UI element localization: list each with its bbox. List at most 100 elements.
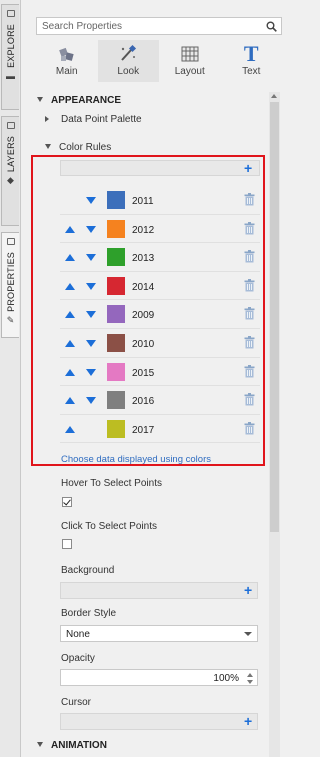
choose-data-link[interactable]: Choose data displayed using colors [61, 454, 211, 465]
move-down-icon[interactable] [86, 282, 96, 290]
trash-icon[interactable] [244, 193, 255, 206]
move-up-icon[interactable] [65, 254, 75, 262]
search-icon[interactable] [266, 21, 277, 32]
move-up-icon[interactable] [65, 339, 75, 347]
data-point-palette-label[interactable]: Data Point Palette [61, 114, 142, 125]
explore-icon: ▬ [6, 70, 15, 81]
color-rule-value: 2015 [132, 367, 155, 379]
divider [60, 442, 260, 444]
border-style-select[interactable]: None [60, 625, 258, 642]
look-icon [118, 43, 138, 65]
color-rule-value: 2013 [132, 253, 155, 265]
search-input[interactable] [37, 18, 257, 34]
color-rule-value: 2017 [132, 424, 155, 436]
move-up-icon[interactable] [65, 425, 75, 433]
color-swatch[interactable] [107, 276, 125, 295]
color-rule-value: 2016 [132, 396, 155, 408]
window-icon [6, 238, 15, 245]
trash-icon[interactable] [244, 250, 255, 263]
category-tabs: Main Look Layout T Text [36, 40, 282, 82]
color-swatch[interactable] [107, 191, 125, 209]
color-swatch[interactable] [107, 248, 125, 267]
text-icon: T [243, 41, 259, 66]
cursor-field[interactable] [60, 713, 258, 730]
trash-icon[interactable] [244, 221, 255, 235]
cursor-label: Cursor [61, 697, 92, 708]
border-style-label: Border Style [61, 608, 117, 619]
move-down-icon[interactable] [86, 339, 96, 347]
collapse-arrow-icon [37, 742, 43, 747]
tab-main[interactable]: Main [36, 40, 98, 82]
add-background-button[interactable]: + [244, 583, 252, 597]
background-field[interactable] [60, 582, 258, 599]
move-up-icon[interactable] [65, 368, 75, 376]
trash-icon[interactable] [244, 393, 255, 406]
opacity-label: Opacity [61, 653, 95, 664]
tab-explore[interactable]: EXPLORE ▬ [1, 4, 19, 110]
color-swatch[interactable] [107, 362, 125, 381]
tab-properties[interactable]: PROPERTIES ✎ [1, 232, 19, 338]
add-cursor-button[interactable]: + [244, 714, 252, 728]
tab-text[interactable]: T Text [221, 40, 283, 82]
search-box [36, 17, 282, 35]
move-up-icon[interactable] [65, 311, 75, 319]
color-rules-header[interactable]: Color Rules [45, 142, 111, 153]
tab-look[interactable]: Look [97, 40, 159, 82]
move-down-icon[interactable] [86, 397, 96, 405]
tab-properties-label: PROPERTIES [5, 252, 16, 312]
move-down-icon[interactable] [86, 197, 96, 204]
color-rule-row: 2011 [60, 186, 260, 215]
window-icon [6, 10, 15, 17]
move-up-icon[interactable] [65, 225, 75, 233]
hover-to-select-checkbox[interactable] [62, 497, 72, 507]
spin-down-icon[interactable] [247, 680, 253, 684]
tab-main-label: Main [55, 66, 78, 77]
color-rule-value: 2009 [132, 310, 155, 322]
tab-look-label: Look [117, 66, 140, 77]
layout-icon [180, 43, 200, 65]
add-color-rule-button[interactable]: + [244, 161, 252, 175]
background-label: Background [61, 565, 115, 576]
click-to-select-checkbox[interactable] [62, 539, 72, 549]
border-style-value: None [66, 629, 90, 640]
trash-icon[interactable] [244, 335, 255, 349]
add-color-rule-bar [60, 160, 260, 176]
color-swatch[interactable] [107, 391, 125, 410]
spin-up-icon[interactable] [247, 673, 253, 677]
opacity-input[interactable]: 100% [60, 669, 258, 686]
opacity-value: 100% [213, 673, 239, 684]
trash-icon[interactable] [244, 421, 255, 435]
chevron-down-icon [244, 632, 252, 636]
color-swatch[interactable] [107, 219, 125, 238]
side-tab-strip: EXPLORE ▬ LAYERS ◆ PROPERTIES ✎ [0, 0, 21, 757]
color-swatch[interactable] [107, 333, 125, 352]
move-up-icon[interactable] [65, 397, 75, 405]
color-rule-row: 2015 [60, 358, 260, 387]
color-swatch[interactable] [107, 419, 125, 438]
trash-icon[interactable] [244, 278, 255, 292]
properties-panel: Main Look [21, 0, 295, 757]
tab-layers[interactable]: LAYERS ◆ [1, 116, 19, 226]
tab-layers-label: LAYERS [5, 136, 16, 173]
hover-to-select-label: Hover To Select Points [61, 478, 162, 489]
click-to-select-label: Click To Select Points [61, 521, 157, 532]
color-rule-value: 2010 [132, 338, 155, 350]
move-down-icon[interactable] [86, 311, 96, 319]
tab-layout[interactable]: Layout [159, 40, 221, 82]
tab-text-label: Text [242, 66, 261, 77]
trash-icon[interactable] [244, 364, 255, 378]
move-up-icon[interactable] [65, 282, 75, 290]
color-rules-list: 2011 2012 2013 2014 2009 2010 2015 2016 2017 [60, 186, 260, 444]
color-rule-row: 2010 [60, 329, 260, 358]
checkmark-icon [63, 497, 71, 506]
color-rule-row: 2013 [60, 243, 260, 272]
move-down-icon[interactable] [86, 225, 96, 233]
expand-arrow-icon[interactable] [45, 116, 49, 122]
animation-section-header[interactable]: ANIMATION [37, 740, 107, 751]
color-swatch[interactable] [107, 305, 125, 324]
appearance-section-header[interactable]: APPEARANCE [37, 95, 121, 106]
trash-icon[interactable] [244, 307, 255, 320]
move-down-icon[interactable] [86, 254, 96, 262]
move-down-icon[interactable] [86, 368, 96, 376]
collapse-arrow-icon [37, 97, 43, 102]
